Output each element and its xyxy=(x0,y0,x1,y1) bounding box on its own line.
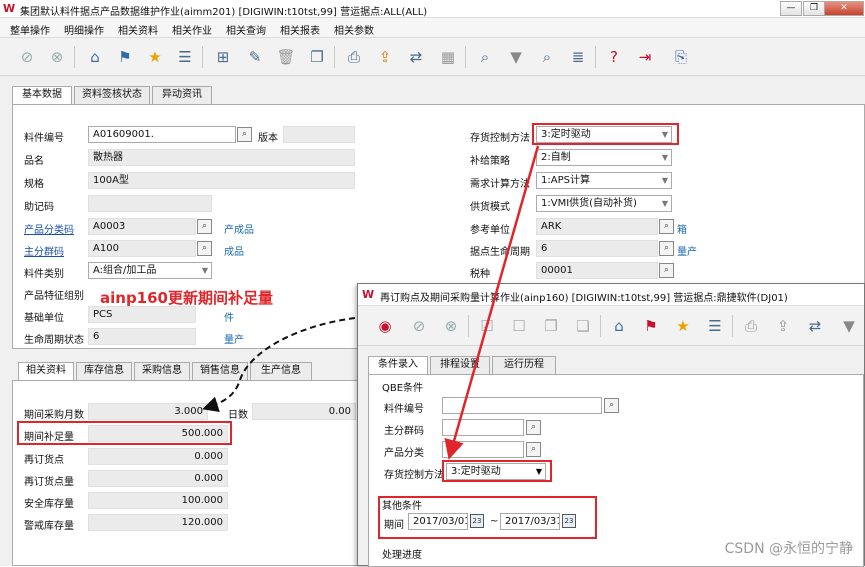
red-arrow-line xyxy=(444,145,540,460)
annotation-arrows xyxy=(202,145,540,460)
watermark: CSDN @永恒的宁静 xyxy=(724,541,853,557)
dashed-arrow-line xyxy=(202,317,356,413)
